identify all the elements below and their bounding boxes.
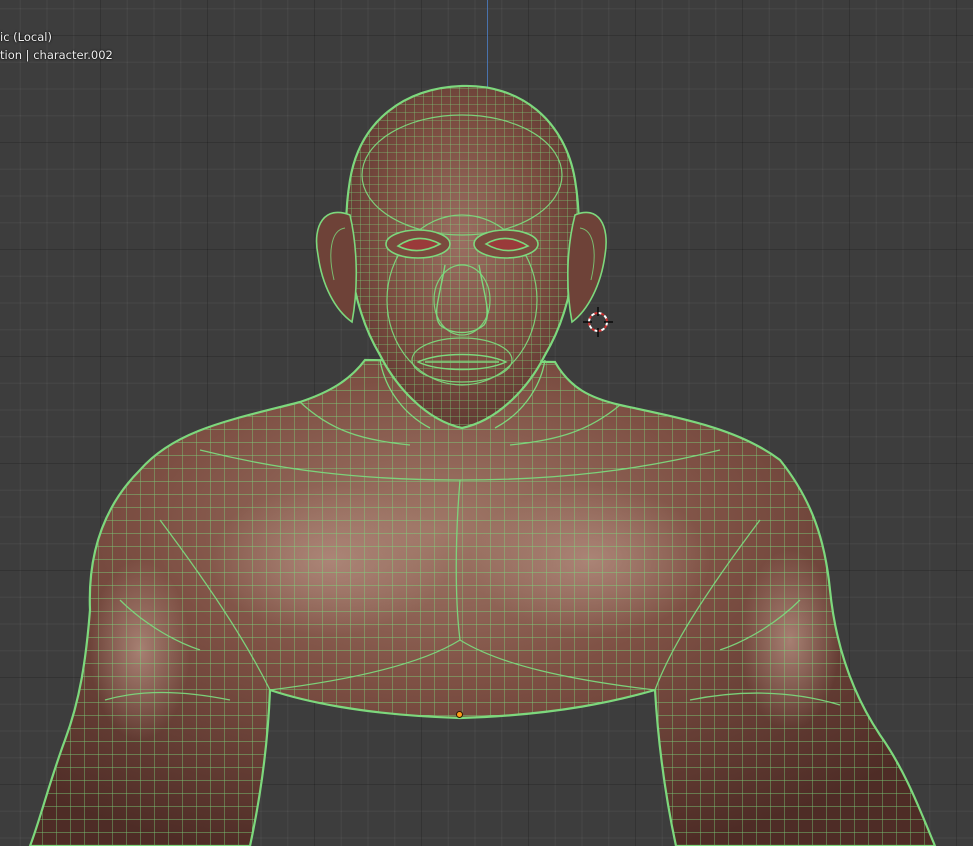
3d-cursor-icon[interactable] [583, 307, 613, 337]
view-name-label: ic (Local) [0, 30, 52, 44]
character-mesh[interactable] [0, 0, 973, 846]
collection-object-label: tion | character.002 [0, 48, 113, 62]
object-origin-icon [457, 712, 462, 717]
3d-viewport[interactable]: ic (Local) tion | character.002 [0, 0, 973, 846]
